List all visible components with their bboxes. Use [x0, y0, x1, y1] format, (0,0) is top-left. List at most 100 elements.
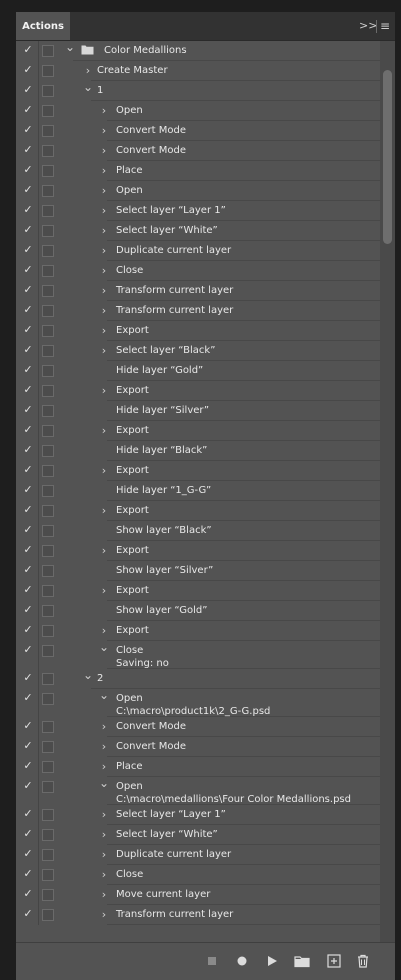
- toggle-dialog-box[interactable]: [42, 445, 54, 457]
- toggle-item-checkmark-icon[interactable]: ✓: [22, 124, 34, 136]
- toggle-item-checkmark-icon[interactable]: ✓: [22, 644, 34, 656]
- toggle-dialog-box[interactable]: [42, 125, 54, 137]
- chevron-right-icon[interactable]: ›: [99, 325, 109, 337]
- chevron-right-icon[interactable]: ›: [99, 909, 109, 921]
- chevron-right-icon[interactable]: ›: [99, 761, 109, 773]
- toggle-dialog-box[interactable]: [42, 809, 54, 821]
- toggle-dialog-box[interactable]: [42, 245, 54, 257]
- action-row[interactable]: ✓ › Convert Mode: [16, 717, 380, 737]
- chevron-down-icon[interactable]: ⌄: [65, 41, 75, 53]
- toggle-item-checkmark-icon[interactable]: ✓: [22, 44, 34, 56]
- toggle-dialog-box[interactable]: [42, 781, 54, 793]
- action-row[interactable]: ✓ › Create Master: [16, 61, 380, 81]
- chevron-right-icon[interactable]: ›: [99, 505, 109, 517]
- toggle-item-checkmark-icon[interactable]: ✓: [22, 908, 34, 920]
- toggle-dialog-box[interactable]: [42, 45, 54, 57]
- toggle-item-checkmark-icon[interactable]: ✓: [22, 444, 34, 456]
- toggle-dialog-box[interactable]: [42, 385, 54, 397]
- action-row[interactable]: ✓ Hide layer “Gold”: [16, 361, 380, 381]
- toggle-dialog-box[interactable]: [42, 265, 54, 277]
- toggle-item-checkmark-icon[interactable]: ✓: [22, 672, 34, 684]
- toggle-dialog-box[interactable]: [42, 205, 54, 217]
- toggle-dialog-box[interactable]: [42, 869, 54, 881]
- toggle-item-checkmark-icon[interactable]: ✓: [22, 344, 34, 356]
- chevron-down-icon[interactable]: ⌄: [99, 777, 109, 789]
- chevron-right-icon[interactable]: ›: [83, 65, 93, 77]
- chevron-right-icon[interactable]: ›: [99, 165, 109, 177]
- action-row[interactable]: ✓ › Select layer “White”: [16, 221, 380, 241]
- action-row[interactable]: ✓ Hide layer “Silver”: [16, 401, 380, 421]
- action-row[interactable]: ✓ ⌄ Open C:\macro\medallions\Four Color Med…: [16, 777, 380, 805]
- new-set-folder-icon[interactable]: [292, 951, 312, 971]
- action-row[interactable]: ✓ Show layer “Black”: [16, 521, 380, 541]
- chevron-right-icon[interactable]: ›: [99, 625, 109, 637]
- toggle-dialog-box[interactable]: [42, 365, 54, 377]
- toggle-item-checkmark-icon[interactable]: ✓: [22, 504, 34, 516]
- toggle-item-checkmark-icon[interactable]: ✓: [22, 888, 34, 900]
- action-row[interactable]: ✓ › Duplicate current layer: [16, 845, 380, 865]
- chevron-right-icon[interactable]: ›: [99, 465, 109, 477]
- chevron-right-icon[interactable]: ›: [99, 545, 109, 557]
- toggle-dialog-box[interactable]: [42, 565, 54, 577]
- toggle-dialog-box[interactable]: [42, 105, 54, 117]
- action-row[interactable]: ✓ › Export: [16, 381, 380, 401]
- toggle-item-checkmark-icon[interactable]: ✓: [22, 304, 34, 316]
- action-row[interactable]: ✓ › Select layer “Black”: [16, 341, 380, 361]
- tab-actions[interactable]: Actions: [16, 12, 70, 40]
- chevron-right-icon[interactable]: ›: [99, 245, 109, 257]
- chevron-right-icon[interactable]: ›: [99, 829, 109, 841]
- toggle-item-checkmark-icon[interactable]: ✓: [22, 868, 34, 880]
- toggle-dialog-box[interactable]: [42, 741, 54, 753]
- toggle-item-checkmark-icon[interactable]: ✓: [22, 64, 34, 76]
- toggle-dialog-box[interactable]: [42, 405, 54, 417]
- action-row[interactable]: ✓ Show layer “Silver”: [16, 561, 380, 581]
- chevron-right-icon[interactable]: ›: [99, 741, 109, 753]
- chevron-right-icon[interactable]: ›: [99, 205, 109, 217]
- toggle-dialog-box[interactable]: [42, 761, 54, 773]
- chevron-right-icon[interactable]: ›: [99, 809, 109, 821]
- toggle-item-checkmark-icon[interactable]: ✓: [22, 184, 34, 196]
- chevron-down-icon[interactable]: ⌄: [83, 81, 93, 93]
- toggle-dialog-box[interactable]: [42, 645, 54, 657]
- toggle-item-checkmark-icon[interactable]: ✓: [22, 84, 34, 96]
- action-row[interactable]: ✓ ⌄ Color Medallions: [16, 41, 380, 61]
- record-icon[interactable]: [232, 951, 252, 971]
- toggle-item-checkmark-icon[interactable]: ✓: [22, 624, 34, 636]
- chevron-right-icon[interactable]: ›: [99, 125, 109, 137]
- toggle-dialog-box[interactable]: [42, 345, 54, 357]
- action-row[interactable]: ✓ › Open: [16, 101, 380, 121]
- action-row[interactable]: ✓ › Transform current layer: [16, 905, 380, 925]
- toggle-item-checkmark-icon[interactable]: ✓: [22, 740, 34, 752]
- toggle-dialog-box[interactable]: [42, 909, 54, 921]
- toggle-dialog-box[interactable]: [42, 673, 54, 685]
- double-chevron-right-icon[interactable]: >>: [359, 18, 377, 34]
- chevron-right-icon[interactable]: ›: [99, 185, 109, 197]
- toggle-dialog-box[interactable]: [42, 165, 54, 177]
- action-row[interactable]: ✓ › Convert Mode: [16, 141, 380, 161]
- chevron-down-icon[interactable]: ⌄: [99, 689, 109, 701]
- toggle-dialog-box[interactable]: [42, 225, 54, 237]
- toggle-item-checkmark-icon[interactable]: ✓: [22, 720, 34, 732]
- toggle-dialog-box[interactable]: [42, 849, 54, 861]
- action-row[interactable]: ✓ › Open: [16, 181, 380, 201]
- toggle-item-checkmark-icon[interactable]: ✓: [22, 424, 34, 436]
- toggle-dialog-box[interactable]: [42, 465, 54, 477]
- action-row[interactable]: ✓ › Transform current layer: [16, 281, 380, 301]
- chevron-right-icon[interactable]: ›: [99, 225, 109, 237]
- toggle-dialog-box[interactable]: [42, 485, 54, 497]
- action-row[interactable]: ✓ › Move current layer: [16, 885, 380, 905]
- toggle-item-checkmark-icon[interactable]: ✓: [22, 484, 34, 496]
- new-action-icon[interactable]: [324, 951, 344, 971]
- toggle-dialog-box[interactable]: [42, 525, 54, 537]
- toggle-item-checkmark-icon[interactable]: ✓: [22, 324, 34, 336]
- toggle-item-checkmark-icon[interactable]: ✓: [22, 104, 34, 116]
- toggle-item-checkmark-icon[interactable]: ✓: [22, 384, 34, 396]
- action-row[interactable]: ✓ › Export: [16, 421, 380, 441]
- action-row[interactable]: ✓ › Transform current layer: [16, 301, 380, 321]
- toggle-dialog-box[interactable]: [42, 505, 54, 517]
- hamburger-menu-icon[interactable]: ≡: [378, 18, 392, 34]
- toggle-dialog-box[interactable]: [42, 325, 54, 337]
- toggle-dialog-box[interactable]: [42, 625, 54, 637]
- chevron-right-icon[interactable]: ›: [99, 385, 109, 397]
- toggle-item-checkmark-icon[interactable]: ✓: [22, 584, 34, 596]
